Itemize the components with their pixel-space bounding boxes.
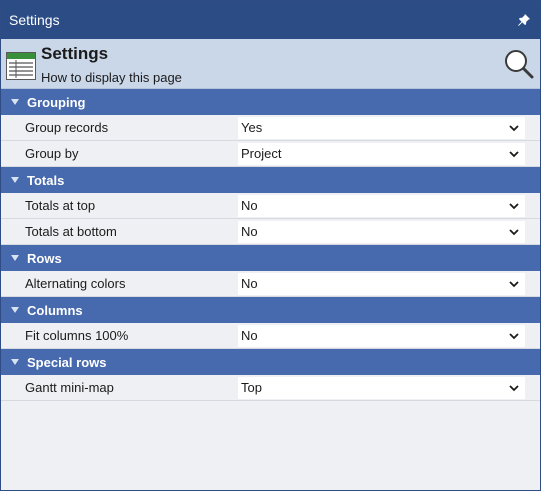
settings-group: Columns Fit columns 100% No [1,297,540,349]
setting-dropdown-value: No [241,198,258,213]
setting-dropdown-value: Project [241,146,282,161]
setting-dropdown-value: No [241,224,258,239]
setting-dropdown-value: No [241,276,258,291]
page-title: Settings [41,44,109,63]
search-icon[interactable] [502,48,534,80]
group-header-label: Totals [27,172,65,188]
triangle-down-icon [11,255,19,261]
setting-row: Fit columns 100% No [1,323,540,349]
settings-group: Special rows Gantt mini-map Top [1,349,540,401]
setting-dropdown-value: Yes [241,120,263,135]
chevron-down-icon[interactable] [507,199,521,213]
group-header-label: Rows [27,250,62,266]
setting-label: Gantt mini-map [25,380,114,395]
chevron-down-icon[interactable] [507,277,521,291]
title-bar: Settings [1,1,540,39]
window-title: Settings [9,12,60,28]
setting-label: Totals at top [25,198,96,213]
setting-dropdown[interactable]: No [238,324,525,347]
group-header[interactable]: Columns [1,297,540,323]
setting-dropdown-value: Top [241,380,262,395]
group-header[interactable]: Grouping [1,89,540,115]
group-header[interactable]: Special rows [1,349,540,375]
setting-label: Fit columns 100% [25,328,129,343]
setting-label: Totals at bottom [25,224,117,239]
page-subtitle: How to display this page [41,70,182,85]
setting-dropdown[interactable]: No [238,194,525,217]
settings-group: Totals Totals at top No Totals at bottom No [1,167,540,245]
settings-group: Grouping Group records Yes Group by Project [1,89,540,167]
settings-panel: Settings Settings How to display this pa… [0,0,541,491]
setting-dropdown[interactable]: No [238,272,525,295]
setting-row: Group by Project [1,141,540,167]
setting-dropdown[interactable]: Project [238,142,525,165]
chevron-down-icon[interactable] [507,121,521,135]
setting-label: Group by [25,146,79,161]
group-header[interactable]: Totals [1,167,540,193]
triangle-down-icon [11,99,19,105]
chevron-down-icon[interactable] [507,329,521,343]
setting-row: Alternating colors No [1,271,540,297]
setting-row: Totals at top No [1,193,540,219]
triangle-down-icon [11,359,19,365]
setting-label: Alternating colors [25,276,126,291]
table-grid-icon [6,52,36,80]
group-header-label: Grouping [27,94,86,110]
setting-row: Group records Yes [1,115,540,141]
setting-row: Totals at bottom No [1,219,540,245]
settings-group: Rows Alternating colors No [1,245,540,297]
setting-dropdown[interactable]: No [238,220,525,243]
settings-groups: Grouping Group records Yes Group by Project T… [1,89,540,401]
triangle-down-icon [11,177,19,183]
group-header[interactable]: Rows [1,245,540,271]
chevron-down-icon[interactable] [507,381,521,395]
setting-dropdown-value: No [241,328,258,343]
group-header-label: Special rows [27,354,107,370]
chevron-down-icon[interactable] [507,147,521,161]
setting-row: Gantt mini-map Top [1,375,540,401]
page-header: Settings How to display this page [1,39,540,89]
pin-icon[interactable] [516,12,532,28]
chevron-down-icon[interactable] [507,225,521,239]
setting-dropdown[interactable]: Top [238,376,525,399]
setting-label: Group records [25,120,109,135]
triangle-down-icon [11,307,19,313]
setting-dropdown[interactable]: Yes [238,116,525,139]
group-header-label: Columns [27,302,83,318]
